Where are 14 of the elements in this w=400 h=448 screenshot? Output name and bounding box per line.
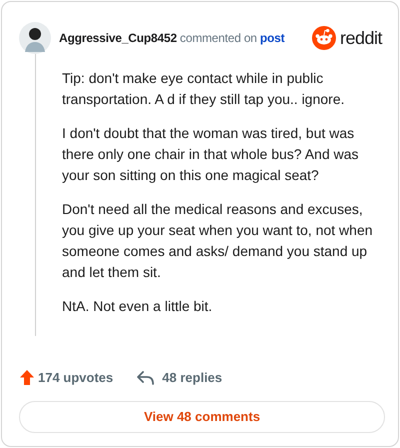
logo-icon (312, 26, 336, 50)
brand-name: reddit (340, 26, 382, 50)
view-comments-button[interactable]: View 48 comments (19, 401, 385, 433)
comment-paragraph: NtA. Not even a little bit. (62, 297, 214, 316)
upvote-icon[interactable] (20, 370, 34, 386)
comment-paragraph: Don't need all the medical reasons and excuses, you give up your seat when you want to, not when someone comes and asks/ demand you stand up and let them sit. (62, 200, 374, 282)
post-link[interactable]: post (260, 31, 285, 45)
avatar-icon[interactable] (19, 22, 51, 54)
comment-paragraph: Tip: don't make eye contact while in public transportation. A d if they still tap you.. ignore. (62, 69, 346, 109)
comment-meta: Aggressive_Cup8452 commented on post (59, 30, 285, 47)
comment-paragraph: I don't doubt that the woman was tired, but was there only one chair in that whole bus? And was your son sitting on this one magical seat? (62, 124, 360, 185)
reply-count: 48 replies (162, 369, 222, 387)
reply-icon[interactable] (137, 370, 154, 385)
upvote-count: 174 upvotes (38, 369, 114, 387)
